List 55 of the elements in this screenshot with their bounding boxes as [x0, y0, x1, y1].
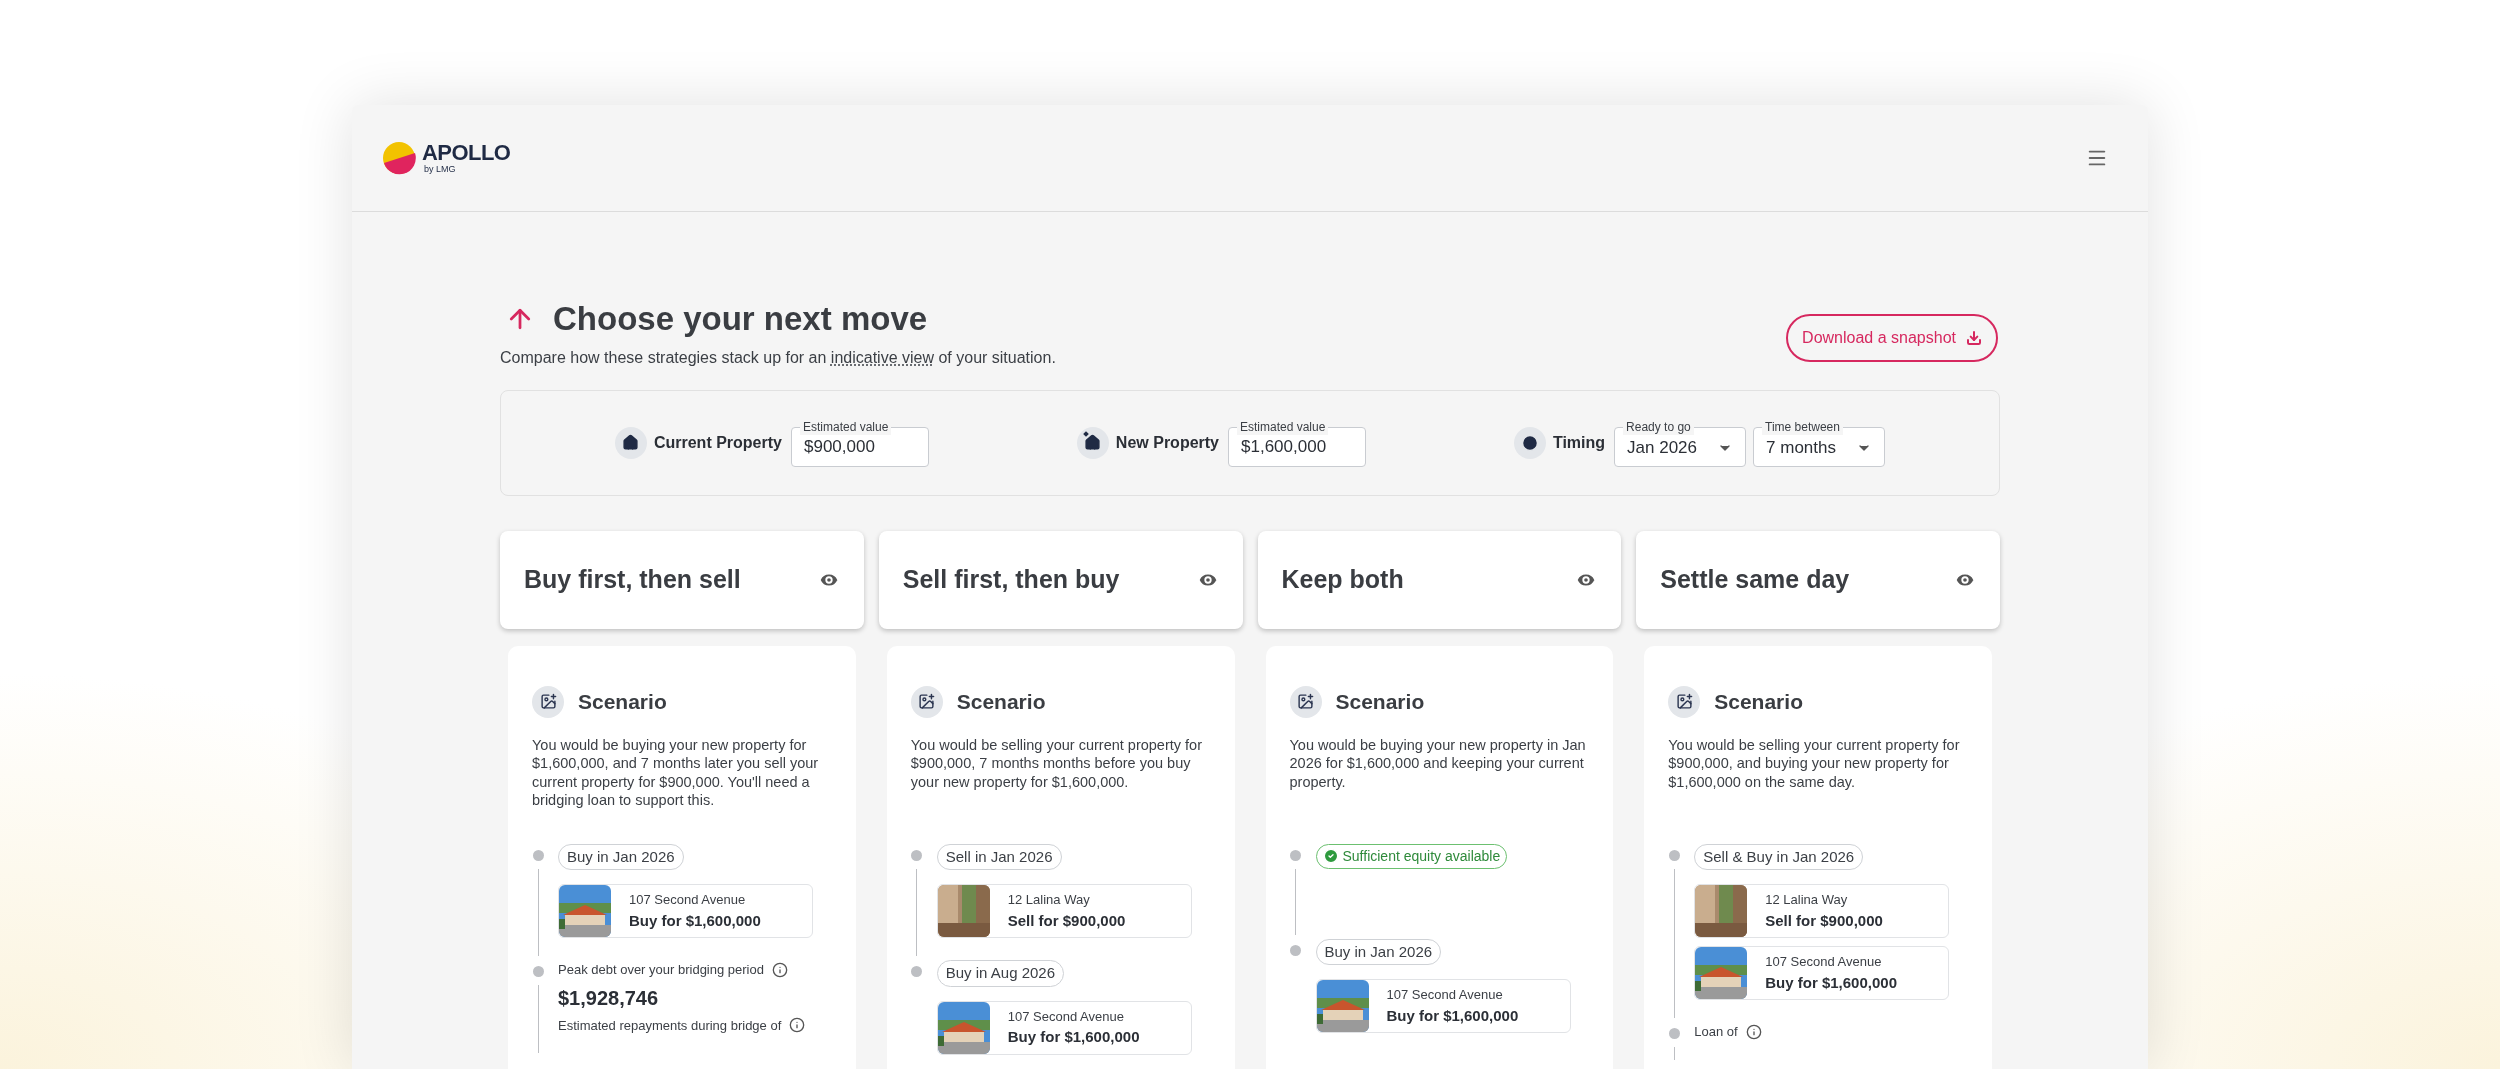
property-card[interactable]: 107 Second Avenue Buy for $1,600,000: [1694, 946, 1950, 1000]
home-sparkle-icon: [1076, 426, 1109, 459]
scenario-icon: [532, 685, 564, 718]
scenario-icon: [1289, 685, 1322, 718]
scenario-heading: Scenario: [578, 688, 667, 715]
property-card[interactable]: 107 Second Avenue Buy for $1,600,000: [1315, 979, 1571, 1033]
info-icon[interactable]: [789, 1017, 806, 1034]
logo-wordmark: APOLLO: [422, 142, 511, 164]
metric-note: Estimated repayments during bridge of: [558, 1016, 782, 1035]
info-icon[interactable]: [771, 961, 788, 978]
strategy-tab[interactable]: Buy first, then sell: [500, 530, 864, 629]
info-icon[interactable]: [1745, 1023, 1762, 1040]
property-price: Sell for $900,000: [1765, 910, 1883, 931]
property-price: Buy for $1,600,000: [629, 910, 761, 931]
page-subtitle: Compare how these strategies stack up for an indicative view of your situation.: [500, 347, 1056, 368]
property-card[interactable]: 12 Lalina Way Sell for $900,000: [1694, 884, 1950, 938]
property-price: Sell for $900,000: [1007, 910, 1126, 931]
logo-byline: by LMG: [424, 165, 457, 174]
metric-value: $1,928,746: [558, 985, 660, 1011]
scenario-description: You would be buying your new property in Jan 2026 for $1,600,000 and keeping your current property.: [1289, 735, 1587, 792]
indicative-view-link[interactable]: indicative view: [830, 348, 934, 366]
scenario-heading: Scenario: [1714, 688, 1803, 715]
check-icon: [1322, 848, 1339, 864]
property-price: Buy for $1,600,000: [1765, 972, 1897, 993]
property-price: Buy for $1,600,000: [1007, 1027, 1140, 1047]
property-address: 107 Second Avenue: [1386, 986, 1504, 1004]
property-address: 12 Lalina Way: [1007, 891, 1091, 909]
scenario-icon: [910, 685, 943, 718]
property-card[interactable]: 12 Lalina Way Sell for $900,000: [936, 884, 1192, 938]
filter-label: Current Property: [653, 432, 782, 453]
scenario-heading: Scenario: [956, 688, 1046, 715]
scenario-description: You would be selling your current property for $900,000, 7 months months before you buy your new property for $1,600,000.: [910, 735, 1203, 792]
download-button[interactable]: Download a snapshot: [1786, 314, 1998, 362]
strategy-tab[interactable]: Sell first, then buy: [878, 530, 1243, 629]
filter-label: New Property: [1115, 432, 1219, 453]
property-address: 107 Second Avenue: [1765, 953, 1883, 971]
scenario-heading: Scenario: [1335, 688, 1425, 715]
property-address: 12 Lalina Way: [1765, 891, 1849, 909]
page-title: Choose your next move: [553, 299, 928, 339]
property-price: Buy for $1,600,000: [1386, 1005, 1519, 1026]
property-address: 107 Second Avenue: [1007, 1007, 1125, 1026]
strategy-tab[interactable]: Keep both: [1257, 530, 1622, 629]
scenario-icon: [1668, 685, 1701, 718]
property-card[interactable]: 107 Second Avenue Buy for $1,600,000: [558, 884, 813, 938]
download-icon: [1966, 330, 1982, 346]
home-icon: [614, 426, 647, 459]
metric-label: Loan of: [1694, 1023, 1738, 1041]
strategy-tab[interactable]: Settle same day: [1636, 530, 2000, 629]
property-card[interactable]: 107 Second Avenue Buy for $1,600,000: [936, 1000, 1192, 1055]
property-address: 107 Second Avenue: [629, 891, 747, 909]
scenario-description: You would be buying your new property for $1,600,000, and 7 months later you sell your current property for $900,000. You'll need a bridging loan to support this.: [532, 735, 820, 810]
filter-label: Timing: [1552, 432, 1606, 453]
logo-icon: [382, 141, 416, 175]
metric-label: Peak debt over your bridging period: [558, 961, 764, 979]
scenario-description: You would be selling your current property for $900,000, and buying your new property for $1,600,000 on the same day.: [1668, 735, 1961, 792]
